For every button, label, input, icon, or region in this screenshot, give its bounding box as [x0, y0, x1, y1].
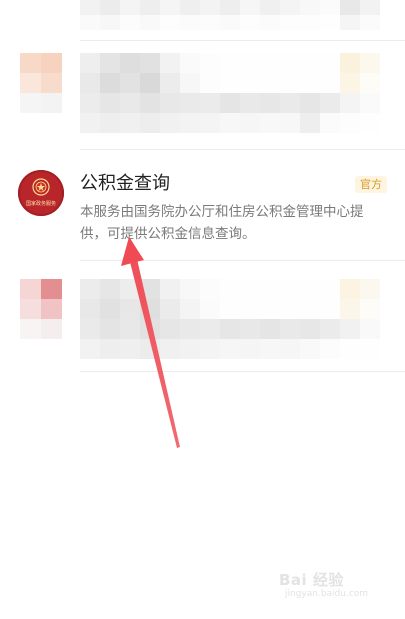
watermark-main-text: Bai 经验 — [279, 571, 344, 589]
blurred-result-4[interactable] — [0, 261, 405, 371]
result-title[interactable]: 公积金查询 — [80, 172, 170, 196]
official-badge: 官方 — [355, 176, 387, 193]
blurred-app-icon — [20, 53, 62, 113]
emblem-seal-icon — [32, 178, 50, 196]
blurred-app-icon — [20, 279, 62, 339]
mosaic-text-4 — [80, 279, 380, 359]
emblem-caption: 国家政务服务 — [25, 201, 56, 207]
mosaic-text-top — [80, 0, 380, 30]
blurred-result-2[interactable] — [0, 41, 405, 149]
national-emblem-icon: 国家政务服务 — [18, 170, 64, 216]
blurred-result-top — [0, 0, 405, 40]
mosaic-text-2 — [80, 53, 380, 133]
result-description: 本服务由国务院办公厅和住房公积金管理中心提供，可提供公积金信息查询。 — [80, 204, 364, 242]
baidu-watermark: Bai 经验 jingyan.baidu.com — [279, 569, 379, 603]
divider — [80, 371, 405, 372]
watermark-sub-text: jingyan.baidu.com — [285, 589, 369, 599]
